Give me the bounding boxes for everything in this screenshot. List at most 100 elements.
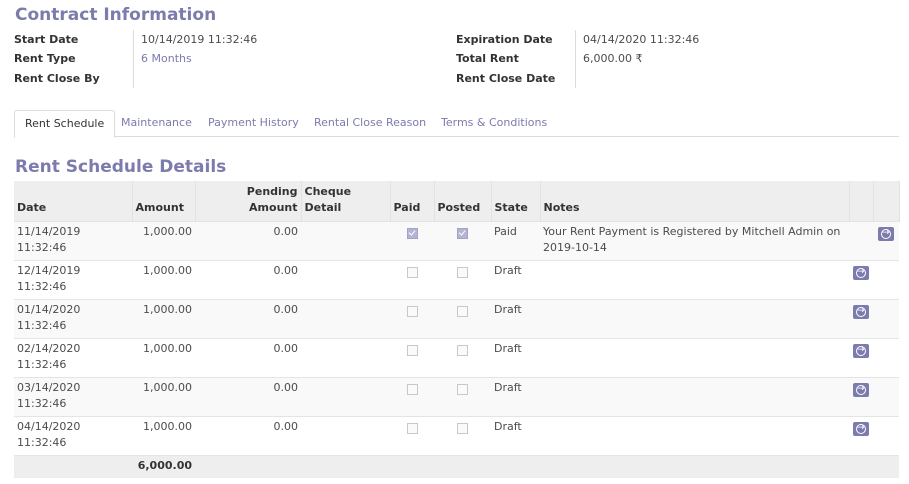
row-notes <box>540 338 849 378</box>
field-divider-right <box>575 30 576 88</box>
row-date: 01/14/2020 11:32:46 <box>14 299 132 339</box>
row-amount: 1,000.00 <box>132 299 195 339</box>
row-date: 02/14/2020 11:32:46 <box>14 338 132 378</box>
table-row[interactable]: 01/14/2020 11:32:46 1,000.00 0.00 Draft <box>14 299 899 339</box>
tab-rental-close-reason[interactable]: Rental Close Reason <box>314 110 426 136</box>
table-row[interactable]: 12/14/2019 11:32:46 1,000.00 0.00 Draft <box>14 260 899 300</box>
open-arrow-icon[interactable] <box>853 344 869 358</box>
expiration-date-label: Expiration Date <box>456 33 553 46</box>
posted-checkbox[interactable] <box>457 267 468 278</box>
col-paid[interactable]: Paid <box>390 181 435 222</box>
table-row[interactable]: 04/14/2020 11:32:46 1,000.00 0.00 Draft <box>14 416 899 456</box>
tab-terms-conditions[interactable]: Terms & Conditions <box>441 110 547 136</box>
row-extra-cell <box>873 416 899 456</box>
row-amount: 1,000.00 <box>132 260 195 300</box>
paid-checkbox[interactable] <box>406 228 418 239</box>
col-amount[interactable]: Amount <box>132 181 196 222</box>
row-posted-cell <box>434 221 491 261</box>
row-notes <box>540 377 849 417</box>
table-footer-row: 6,000.00 <box>14 455 899 478</box>
row-cheque-detail <box>301 377 390 417</box>
posted-checkbox[interactable] <box>457 384 468 395</box>
row-amount: 1,000.00 <box>132 221 195 261</box>
total-rent-label: Total Rent <box>456 52 519 65</box>
col-date[interactable]: Date <box>14 181 133 222</box>
paid-checkbox[interactable] <box>406 345 418 356</box>
col-posted[interactable]: Posted <box>434 181 492 222</box>
row-extra-cell <box>873 338 899 378</box>
posted-checkbox[interactable] <box>457 345 468 356</box>
rent-type-link[interactable]: 6 Months <box>141 52 192 65</box>
open-arrow-icon[interactable] <box>853 422 869 436</box>
row-pending-amount: 0.00 <box>195 299 301 339</box>
posted-checkbox[interactable] <box>457 228 468 239</box>
row-paid-cell <box>390 299 434 339</box>
row-action-cell <box>849 338 873 378</box>
row-cheque-detail <box>301 221 390 261</box>
row-cheque-detail <box>301 416 390 456</box>
col-extra <box>873 181 900 222</box>
row-paid-cell <box>390 260 434 300</box>
col-pending-amount[interactable]: Pending Amount <box>195 181 302 222</box>
open-arrow-icon[interactable] <box>853 266 869 280</box>
total-amount: 6,000.00 <box>132 455 195 478</box>
row-amount: 1,000.00 <box>132 416 195 456</box>
row-amount: 1,000.00 <box>132 338 195 378</box>
table-row[interactable]: 11/14/2019 11:32:46 1,000.00 0.00 Paid Y… <box>14 221 899 261</box>
row-cheque-detail <box>301 260 390 300</box>
expiration-date-value: 04/14/2020 11:32:46 <box>583 33 700 46</box>
open-arrow-icon[interactable] <box>853 305 869 319</box>
tab-payment-history[interactable]: Payment History <box>208 110 299 136</box>
row-state: Draft <box>491 377 540 417</box>
row-paid-cell <box>390 338 434 378</box>
col-cheque-detail[interactable]: Cheque Detail <box>301 181 391 222</box>
row-extra-cell <box>873 377 899 417</box>
col-state[interactable]: State <box>491 181 541 222</box>
paid-checkbox[interactable] <box>406 267 418 278</box>
paid-checkbox[interactable] <box>406 423 418 434</box>
tab-maintenance[interactable]: Maintenance <box>121 110 192 136</box>
paid-checkbox[interactable] <box>406 384 418 395</box>
start-date-value: 10/14/2019 11:32:46 <box>141 33 258 46</box>
total-rent-value: 6,000.00 ₹ <box>583 52 643 65</box>
rent-type-label: Rent Type <box>14 52 76 65</box>
paid-checkbox[interactable] <box>406 306 418 317</box>
row-state: Draft <box>491 338 540 378</box>
row-pending-amount: 0.00 <box>195 338 301 378</box>
row-notes <box>540 299 849 339</box>
posted-checkbox[interactable] <box>457 306 468 317</box>
row-paid-cell <box>390 221 434 261</box>
row-posted-cell <box>434 377 491 417</box>
row-pending-amount: 0.00 <box>195 260 301 300</box>
row-date: 12/14/2019 11:32:46 <box>14 260 132 300</box>
open-arrow-icon[interactable] <box>853 383 869 397</box>
row-notes: Your Rent Payment is Registered by Mitch… <box>540 221 849 261</box>
row-state: Draft <box>491 260 540 300</box>
schedule-title: Rent Schedule Details <box>15 157 227 177</box>
row-date: 03/14/2020 11:32:46 <box>14 377 132 417</box>
posted-checkbox[interactable] <box>457 423 468 434</box>
row-posted-cell <box>434 299 491 339</box>
tab-rent-schedule[interactable]: Rent Schedule <box>14 110 116 138</box>
row-notes <box>540 260 849 300</box>
col-notes[interactable]: Notes <box>540 181 850 222</box>
row-action-cell <box>873 221 899 261</box>
row-extra-cell <box>873 299 899 339</box>
start-date-label: Start Date <box>14 33 79 46</box>
row-paid-cell <box>390 377 434 417</box>
row-action-cell <box>849 299 873 339</box>
row-action-cell <box>849 221 873 261</box>
row-notes <box>540 416 849 456</box>
row-state: Draft <box>491 416 540 456</box>
table-row[interactable]: 02/14/2020 11:32:46 1,000.00 0.00 Draft <box>14 338 899 378</box>
row-amount: 1,000.00 <box>132 377 195 417</box>
rent-close-by-label: Rent Close By <box>14 72 100 85</box>
row-action-cell <box>849 416 873 456</box>
contract-info-title: Contract Information <box>15 5 217 25</box>
row-posted-cell <box>434 338 491 378</box>
row-pending-amount: 0.00 <box>195 416 301 456</box>
row-posted-cell <box>434 416 491 456</box>
table-row[interactable]: 03/14/2020 11:32:46 1,000.00 0.00 Draft <box>14 377 899 417</box>
notebook-tabs: Rent Schedule Maintenance Payment Histor… <box>14 110 899 138</box>
open-arrow-icon[interactable] <box>878 227 894 241</box>
